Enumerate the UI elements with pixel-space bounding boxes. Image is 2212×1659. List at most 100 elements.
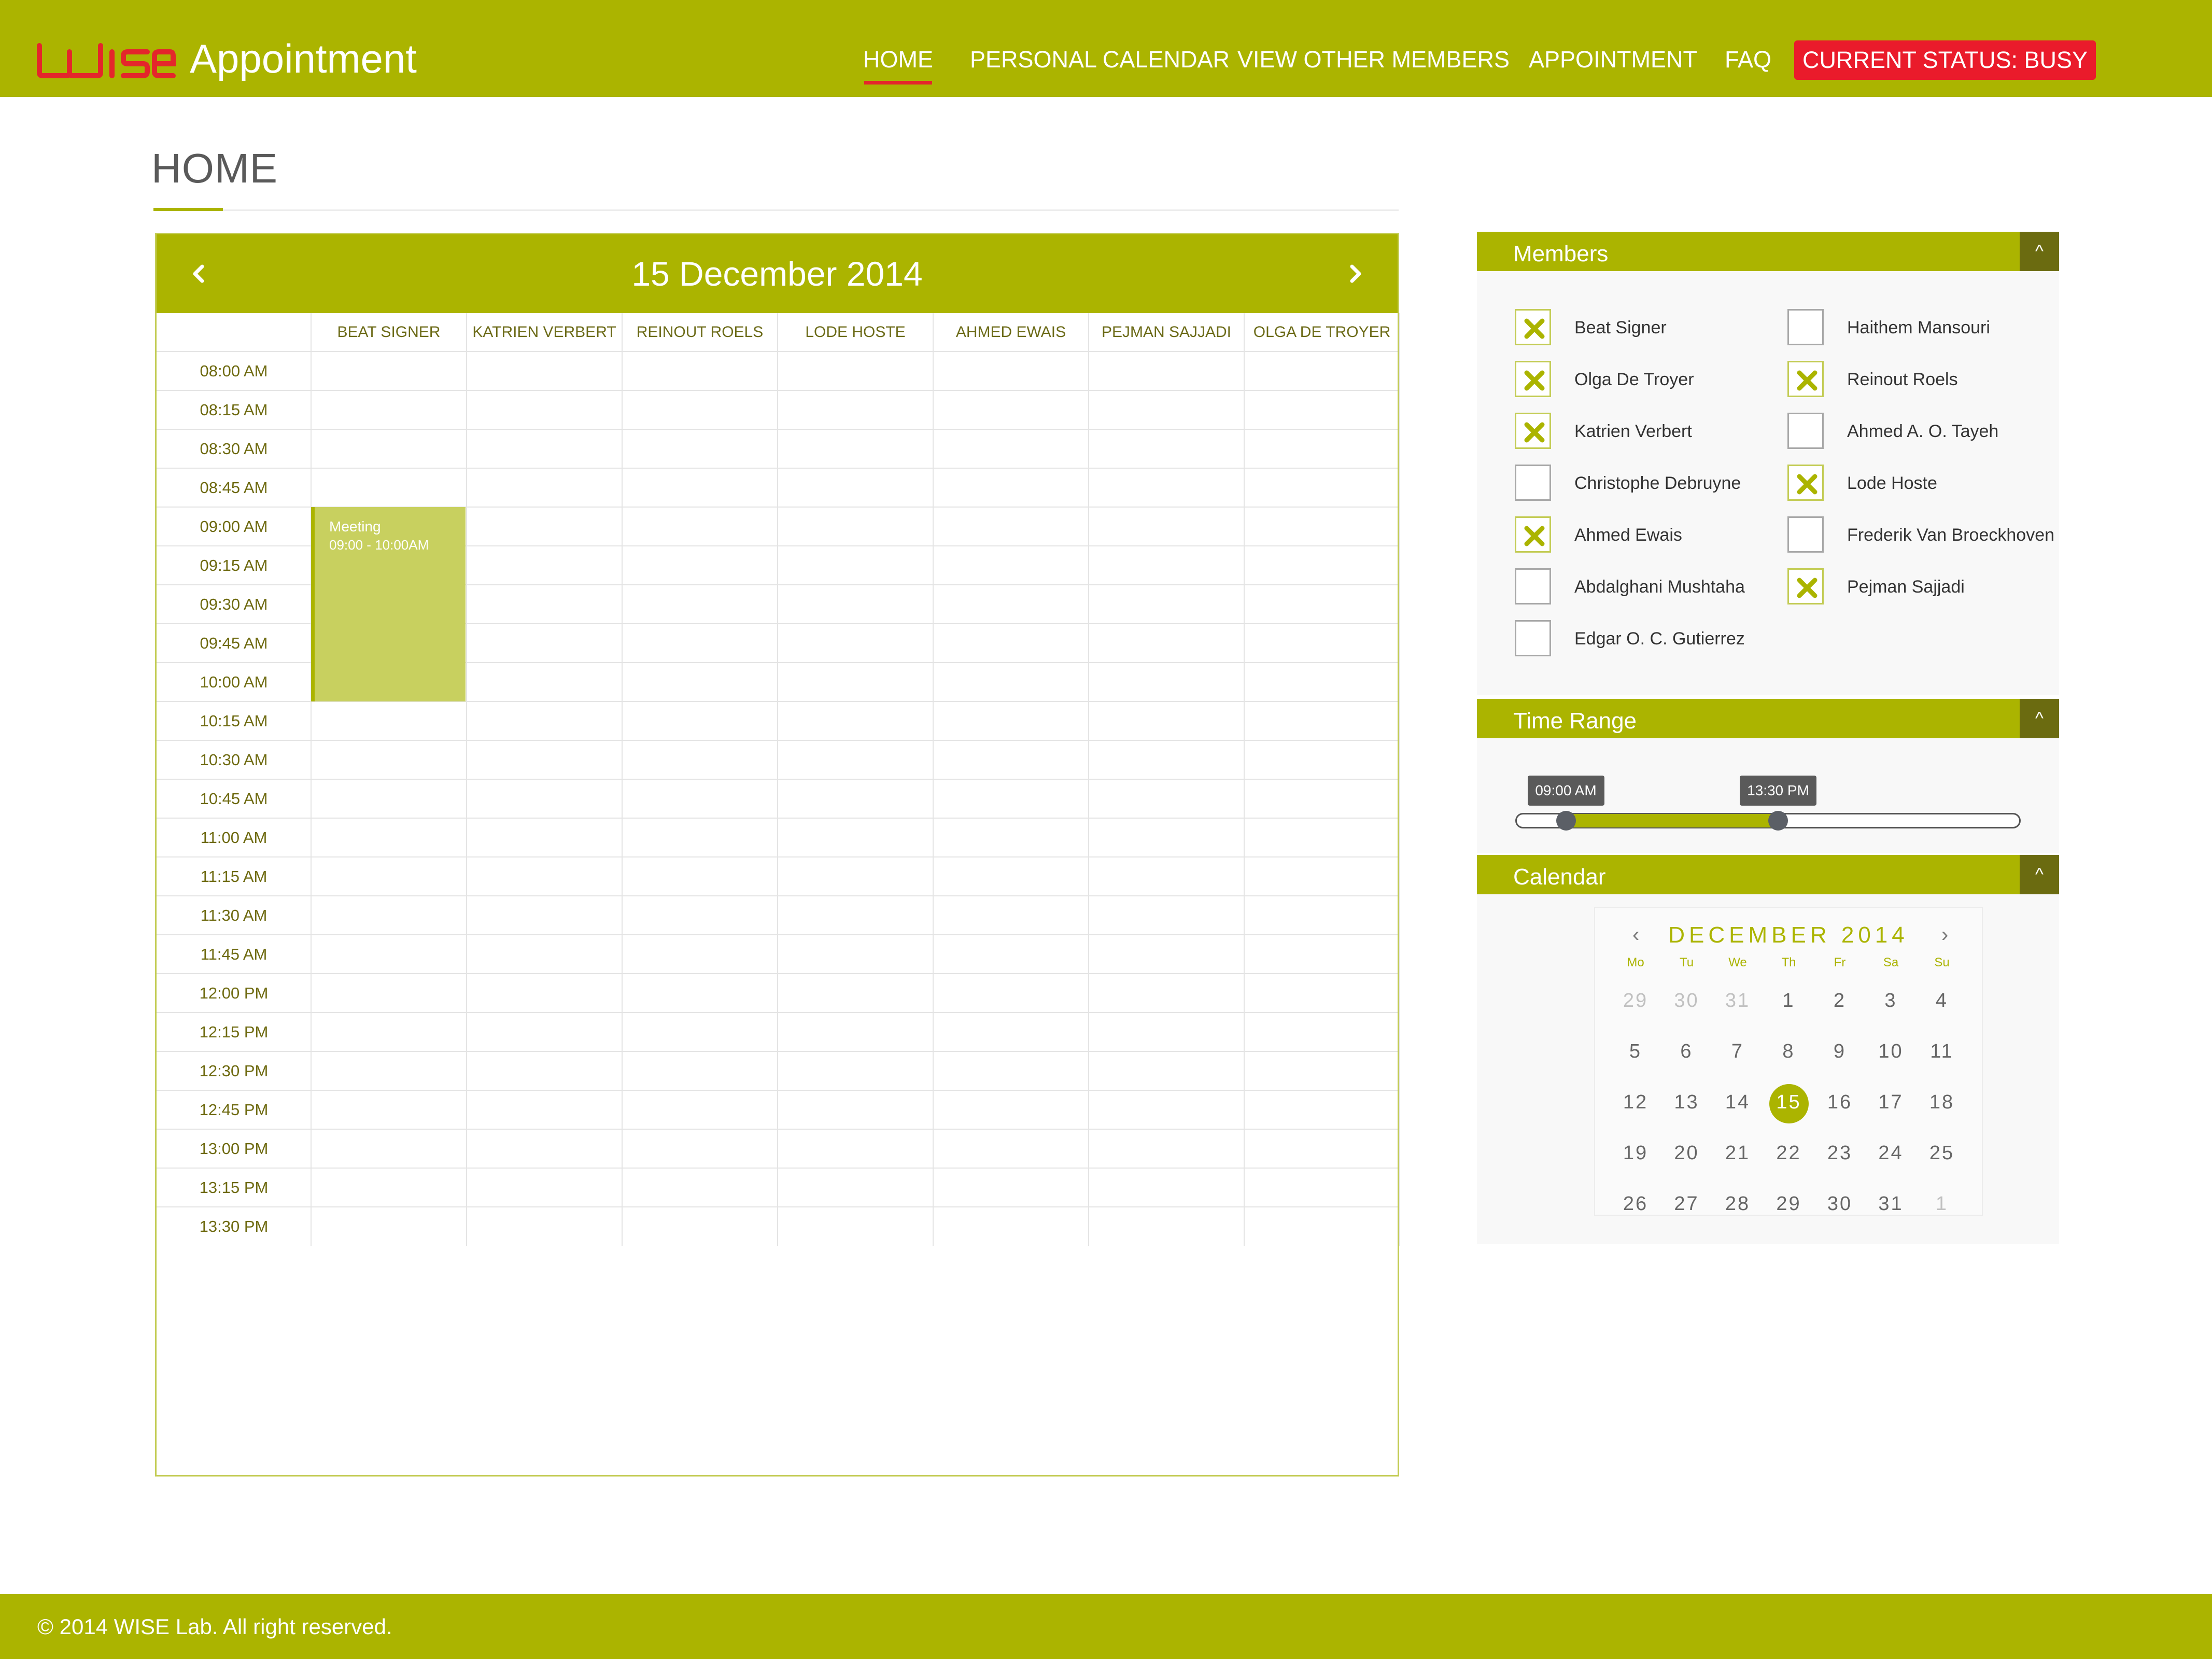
next-day-icon[interactable]: [1340, 258, 1371, 289]
time-slot-cell[interactable]: [778, 1207, 933, 1246]
time-slot-cell[interactable]: [622, 701, 778, 740]
next-month-icon[interactable]: ›: [1941, 923, 1948, 947]
time-range-start-handle[interactable]: [1556, 811, 1576, 831]
member-option[interactable]: Katrien Verbert: [1515, 413, 1784, 452]
time-slot-cell[interactable]: [933, 974, 1089, 1013]
calendar-day[interactable]: 10: [1870, 1041, 1912, 1063]
member-option[interactable]: Edgar O. C. Gutierrez: [1515, 620, 1784, 659]
time-slot-cell[interactable]: [1244, 585, 1400, 624]
calendar-day[interactable]: 17: [1870, 1091, 1912, 1114]
time-slot-cell[interactable]: [311, 935, 467, 974]
time-slot-cell[interactable]: [1089, 935, 1244, 974]
time-slot-cell[interactable]: [1089, 507, 1244, 546]
member-option[interactable]: Haithem Mansouri: [1787, 309, 2057, 348]
time-slot-cell[interactable]: [311, 857, 467, 896]
time-slot-cell[interactable]: [1244, 663, 1400, 701]
calendar-day[interactable]: 21: [1717, 1142, 1758, 1164]
calendar-day[interactable]: 13: [1666, 1091, 1708, 1114]
time-slot-cell[interactable]: [467, 896, 622, 935]
time-slot-cell[interactable]: [1089, 740, 1244, 779]
time-slot-cell[interactable]: [933, 663, 1089, 701]
time-slot-cell[interactable]: [778, 507, 933, 546]
time-slot-cell[interactable]: [467, 507, 622, 546]
time-slot-cell[interactable]: [933, 935, 1089, 974]
time-slot-cell[interactable]: [778, 1090, 933, 1129]
member-option[interactable]: Abdalghani Mushtaha: [1515, 568, 1784, 608]
calendar-day[interactable]: 11: [1921, 1041, 1963, 1063]
time-slot-cell[interactable]: [933, 1168, 1089, 1207]
member-checkbox[interactable]: [1787, 465, 1824, 501]
time-slot-cell[interactable]: [778, 896, 933, 935]
time-slot-cell[interactable]: [467, 701, 622, 740]
time-slot-cell[interactable]: [778, 818, 933, 857]
member-checkbox[interactable]: [1515, 361, 1551, 397]
time-slot-cell[interactable]: [622, 1051, 778, 1090]
time-slot-cell[interactable]: [1244, 1051, 1400, 1090]
time-slot-cell[interactable]: [311, 818, 467, 857]
time-slot-cell[interactable]: [622, 352, 778, 390]
calendar-day[interactable]: 29: [1768, 1193, 1810, 1215]
time-slot-cell[interactable]: [778, 1129, 933, 1168]
time-slot-cell[interactable]: [622, 974, 778, 1013]
time-slot-cell[interactable]: [933, 740, 1089, 779]
calendar-day[interactable]: 29: [1615, 990, 1656, 1012]
time-slot-cell[interactable]: [1089, 1168, 1244, 1207]
nav-home[interactable]: HOME: [863, 48, 933, 85]
time-slot-cell[interactable]: [778, 740, 933, 779]
time-slot-cell[interactable]: [467, 1129, 622, 1168]
time-slot-cell[interactable]: [467, 390, 622, 429]
time-slot-cell[interactable]: [467, 857, 622, 896]
time-slot-cell[interactable]: [1244, 1207, 1400, 1246]
time-slot-cell[interactable]: [467, 624, 622, 663]
time-slot-cell[interactable]: [622, 429, 778, 468]
time-slot-cell[interactable]: [778, 546, 933, 585]
time-slot-cell[interactable]: [311, 1051, 467, 1090]
time-slot-cell[interactable]: [1244, 779, 1400, 818]
member-option[interactable]: Ahmed Ewais: [1515, 516, 1784, 556]
time-slot-cell[interactable]: [1244, 624, 1400, 663]
time-slot-cell[interactable]: [311, 701, 467, 740]
time-slot-cell[interactable]: [1089, 1051, 1244, 1090]
time-slot-cell[interactable]: [933, 857, 1089, 896]
calendar-day[interactable]: 18: [1921, 1091, 1963, 1114]
time-slot-cell[interactable]: [778, 779, 933, 818]
time-slot-cell[interactable]: [1244, 468, 1400, 507]
time-slot-cell[interactable]: [1244, 352, 1400, 390]
calendar-day[interactable]: 26: [1615, 1193, 1656, 1215]
time-slot-cell[interactable]: [1244, 507, 1400, 546]
time-slot-cell[interactable]: [1089, 1013, 1244, 1051]
time-slot-cell[interactable]: [311, 429, 467, 468]
time-slot-cell[interactable]: [778, 624, 933, 663]
time-slot-cell[interactable]: [933, 429, 1089, 468]
time-slot-cell[interactable]: [1089, 546, 1244, 585]
time-slot-cell[interactable]: [467, 585, 622, 624]
time-slot-cell[interactable]: [778, 390, 933, 429]
time-slot-cell[interactable]: [622, 507, 778, 546]
time-slot-cell[interactable]: [311, 1013, 467, 1051]
meeting-event[interactable]: Meeting 09:00 - 10:00AM: [311, 507, 466, 701]
time-slot-cell[interactable]: [933, 390, 1089, 429]
time-slot-cell[interactable]: [311, 1168, 467, 1207]
calendar-day[interactable]: 31: [1717, 990, 1758, 1012]
time-slot-cell[interactable]: [933, 1090, 1089, 1129]
time-slot-cell[interactable]: [622, 1013, 778, 1051]
time-slot-cell[interactable]: [622, 935, 778, 974]
member-option[interactable]: Olga De Troyer: [1515, 361, 1784, 400]
time-slot-cell[interactable]: [311, 974, 467, 1013]
time-slot-cell[interactable]: [778, 857, 933, 896]
time-slot-cell[interactable]: [778, 1168, 933, 1207]
time-slot-cell[interactable]: [1244, 1168, 1400, 1207]
time-slot-cell[interactable]: [1089, 352, 1244, 390]
time-slot-cell[interactable]: [311, 740, 467, 779]
time-slot-cell[interactable]: [467, 546, 622, 585]
time-slot-cell[interactable]: [933, 468, 1089, 507]
calendar-day[interactable]: 12: [1615, 1091, 1656, 1114]
time-slot-cell[interactable]: [933, 1013, 1089, 1051]
time-slot-cell[interactable]: [1244, 857, 1400, 896]
time-slot-cell[interactable]: [467, 663, 622, 701]
time-slot-cell[interactable]: [311, 468, 467, 507]
time-slot-cell[interactable]: [933, 1051, 1089, 1090]
time-slot-cell[interactable]: [622, 468, 778, 507]
time-slot-cell[interactable]: [467, 1090, 622, 1129]
calendar-day[interactable]: 9: [1819, 1041, 1861, 1063]
